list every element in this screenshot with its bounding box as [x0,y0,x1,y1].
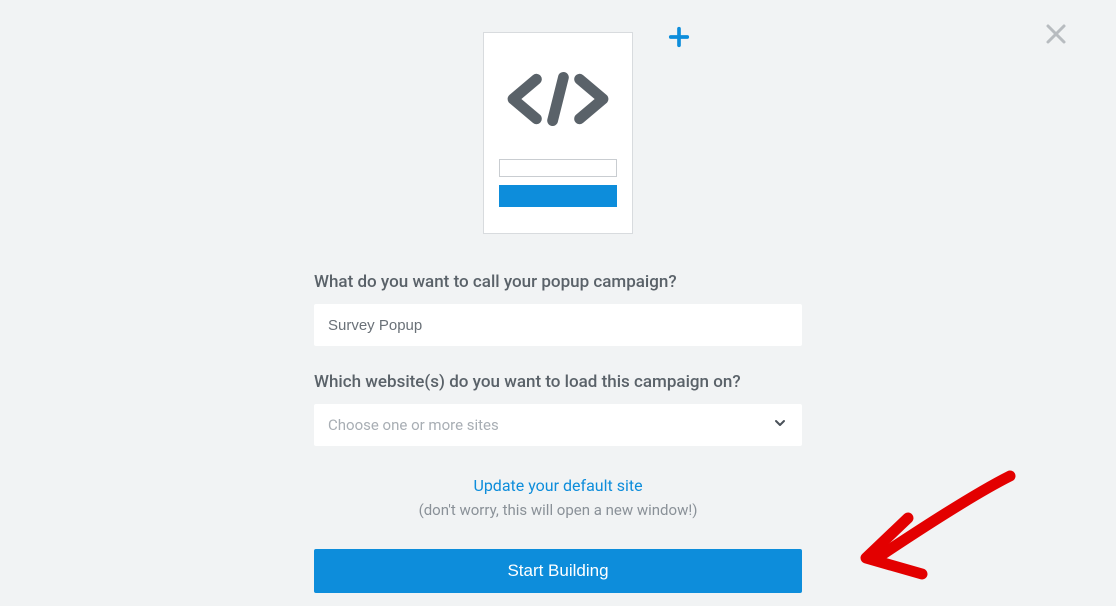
websites-select[interactable]: Choose one or more sites [314,404,802,446]
create-campaign-modal: What do you want to call your popup camp… [314,0,802,593]
new-window-hint: (don't worry, this will open a new windo… [314,501,802,519]
annotation-arrow [830,466,1030,596]
start-building-button[interactable]: Start Building [314,549,802,593]
add-template-button[interactable] [668,26,690,52]
code-icon [504,71,612,131]
close-button[interactable] [1044,22,1068,50]
campaign-name-input[interactable] [314,304,802,346]
template-preview-wrap [314,32,802,234]
close-icon [1044,22,1068,46]
default-site-link-row: Update your default site [314,476,802,495]
preview-button-placeholder [499,185,617,207]
websites-label: Which website(s) do you want to load thi… [314,372,802,392]
update-default-site-link[interactable]: Update your default site [473,476,642,495]
plus-icon [668,26,690,48]
campaign-name-label: What do you want to call your popup camp… [314,272,802,292]
template-preview-card [483,32,633,234]
preview-input-placeholder [499,159,617,177]
websites-select-wrap: Choose one or more sites [314,404,802,446]
